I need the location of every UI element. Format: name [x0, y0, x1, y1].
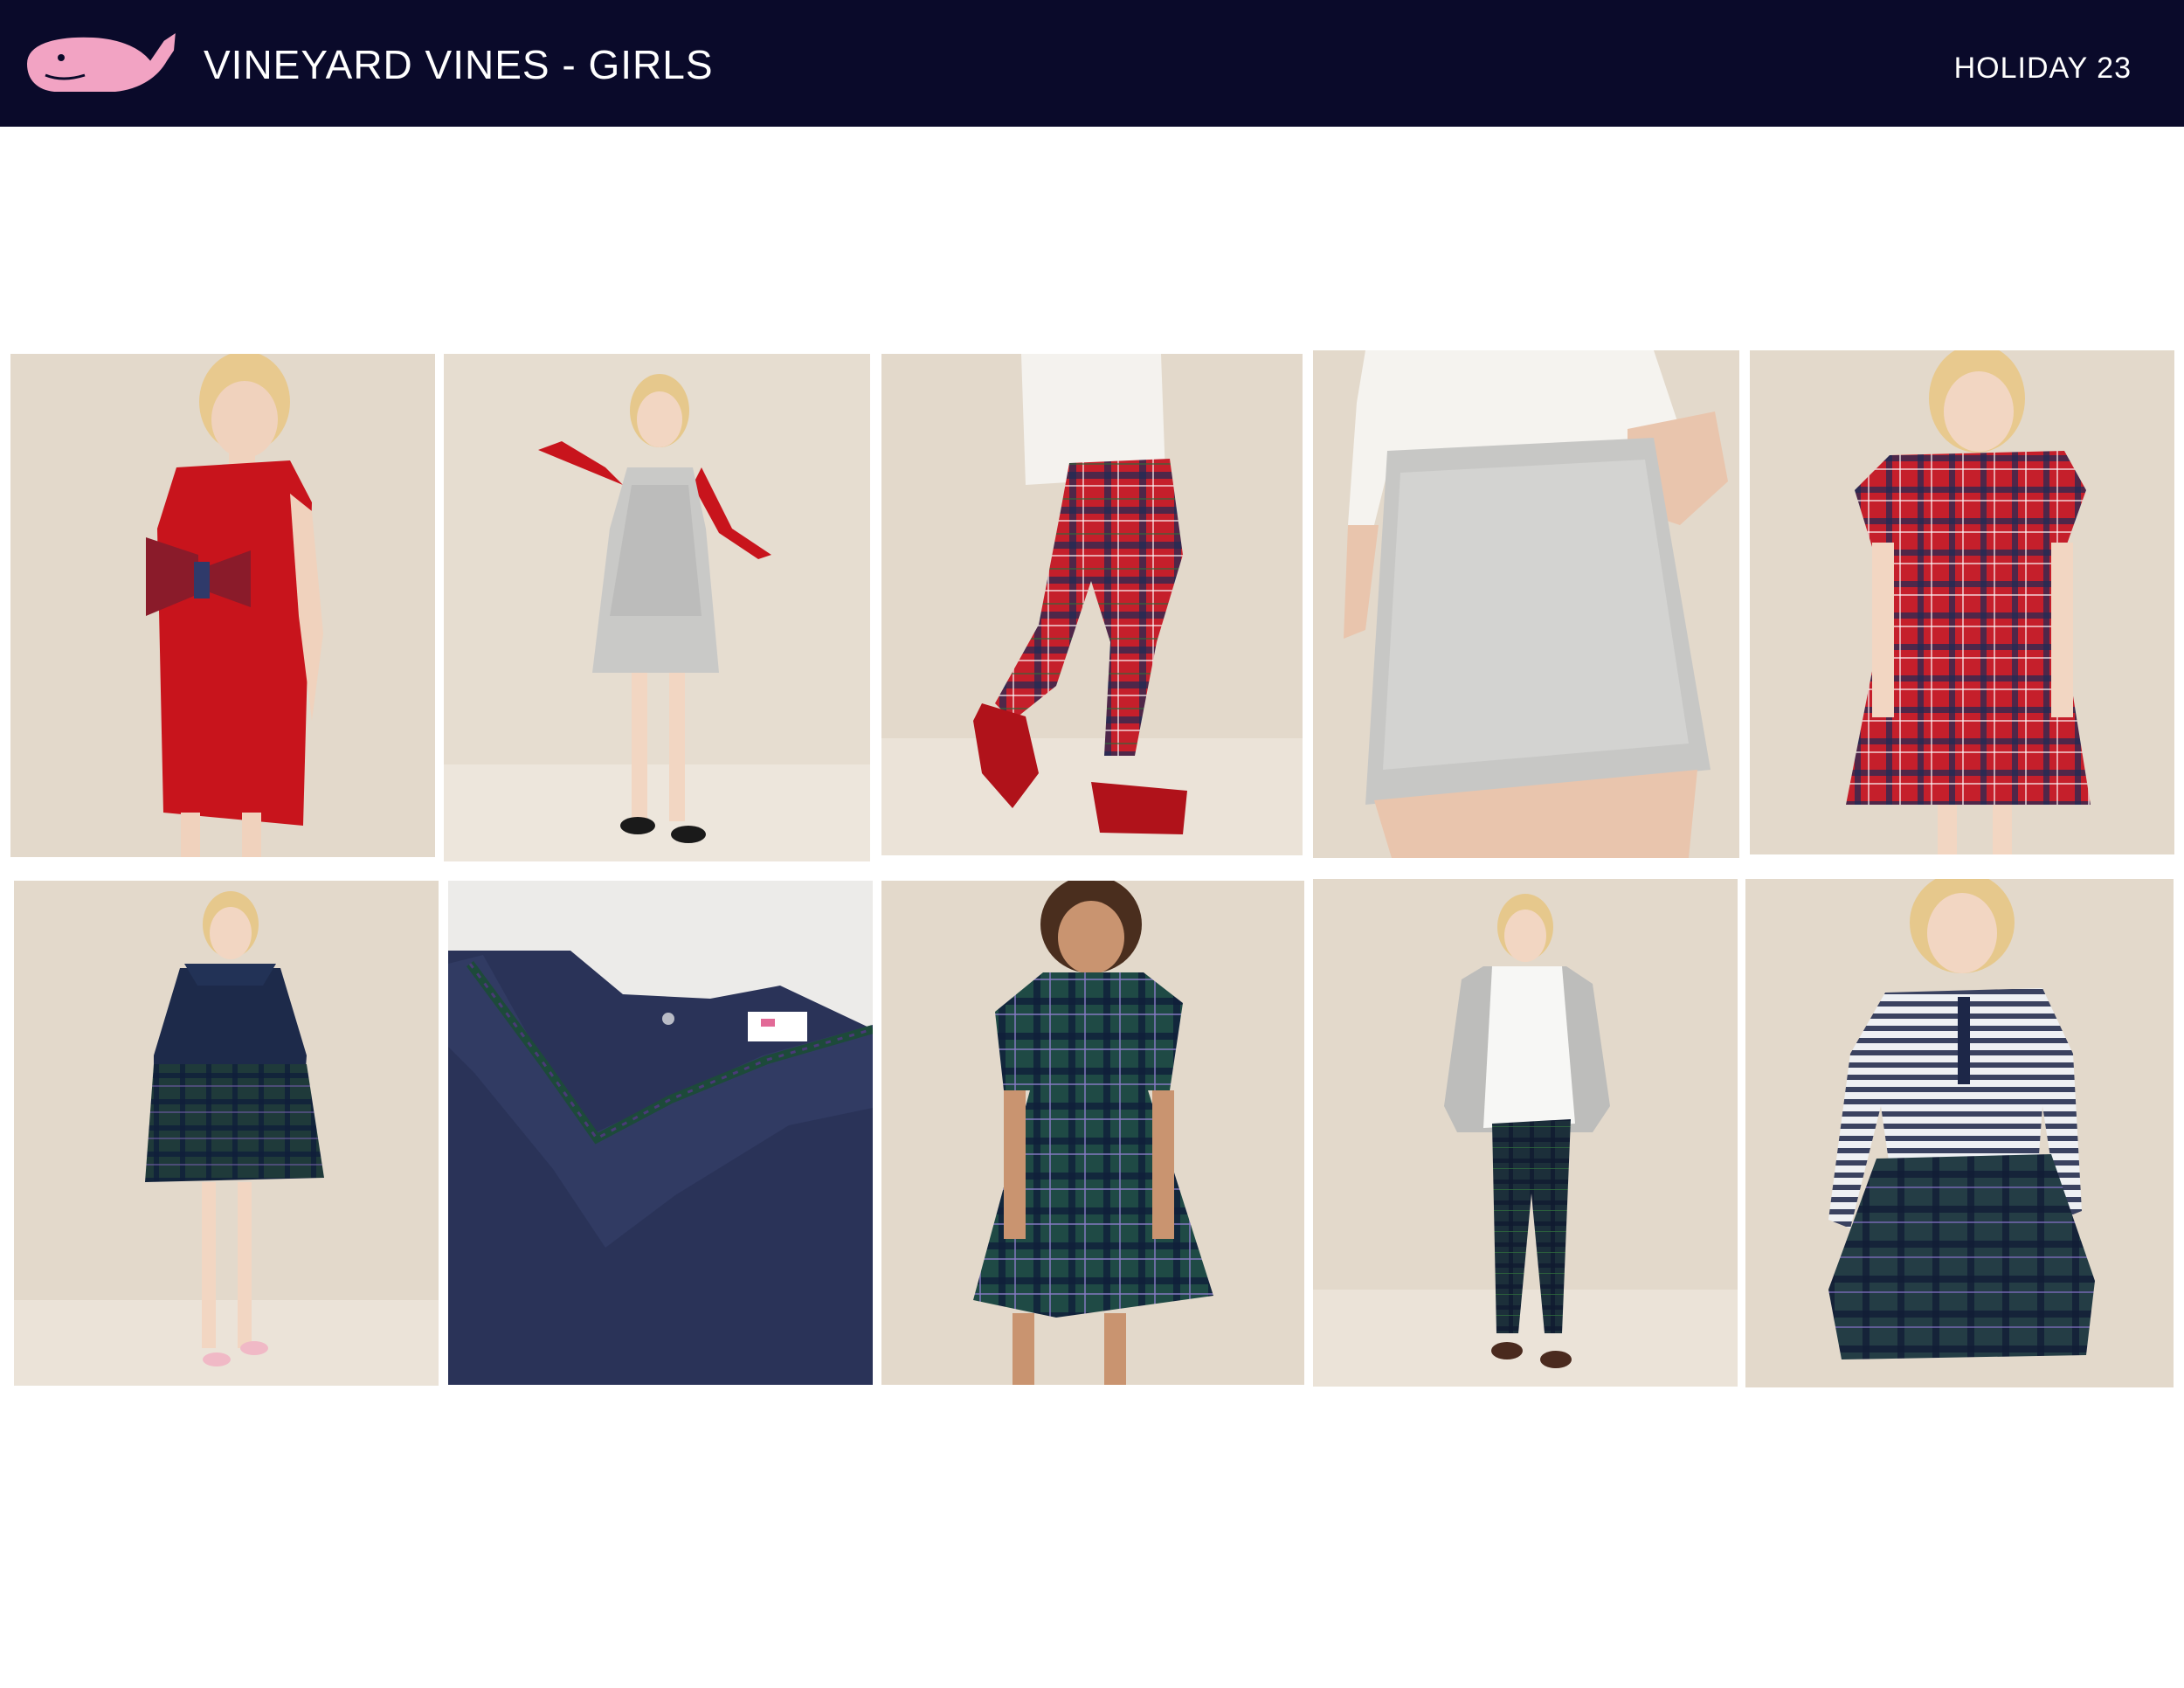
striped-henley-plaid-skirt-photo	[1745, 879, 2174, 1387]
red-bow-dress-photo	[10, 354, 435, 857]
green-plaid-dress-photo	[881, 881, 1304, 1385]
pink-whale-logo-icon	[24, 30, 178, 93]
red-plaid-leggings-photo	[881, 354, 1303, 855]
red-plaid-puff-sleeve-dress-photo	[1750, 350, 2174, 854]
season-label: HOLIDAY 23	[1953, 52, 2132, 85]
silver-sequin-skirt-photo	[1313, 350, 1739, 858]
page-title: VINEYARD VINES - GIRLS	[204, 42, 714, 87]
navy-sweater-green-plaid-skirt-photo	[14, 881, 439, 1386]
header-bar: VINEYARD VINES - GIRLS HOLIDAY 23	[0, 0, 2184, 127]
navy-ruffle-collar-closeup-photo	[448, 881, 873, 1385]
white-shirt-plaid-pants-photo	[1313, 879, 1738, 1387]
silver-sequin-dress-photo	[444, 354, 870, 861]
